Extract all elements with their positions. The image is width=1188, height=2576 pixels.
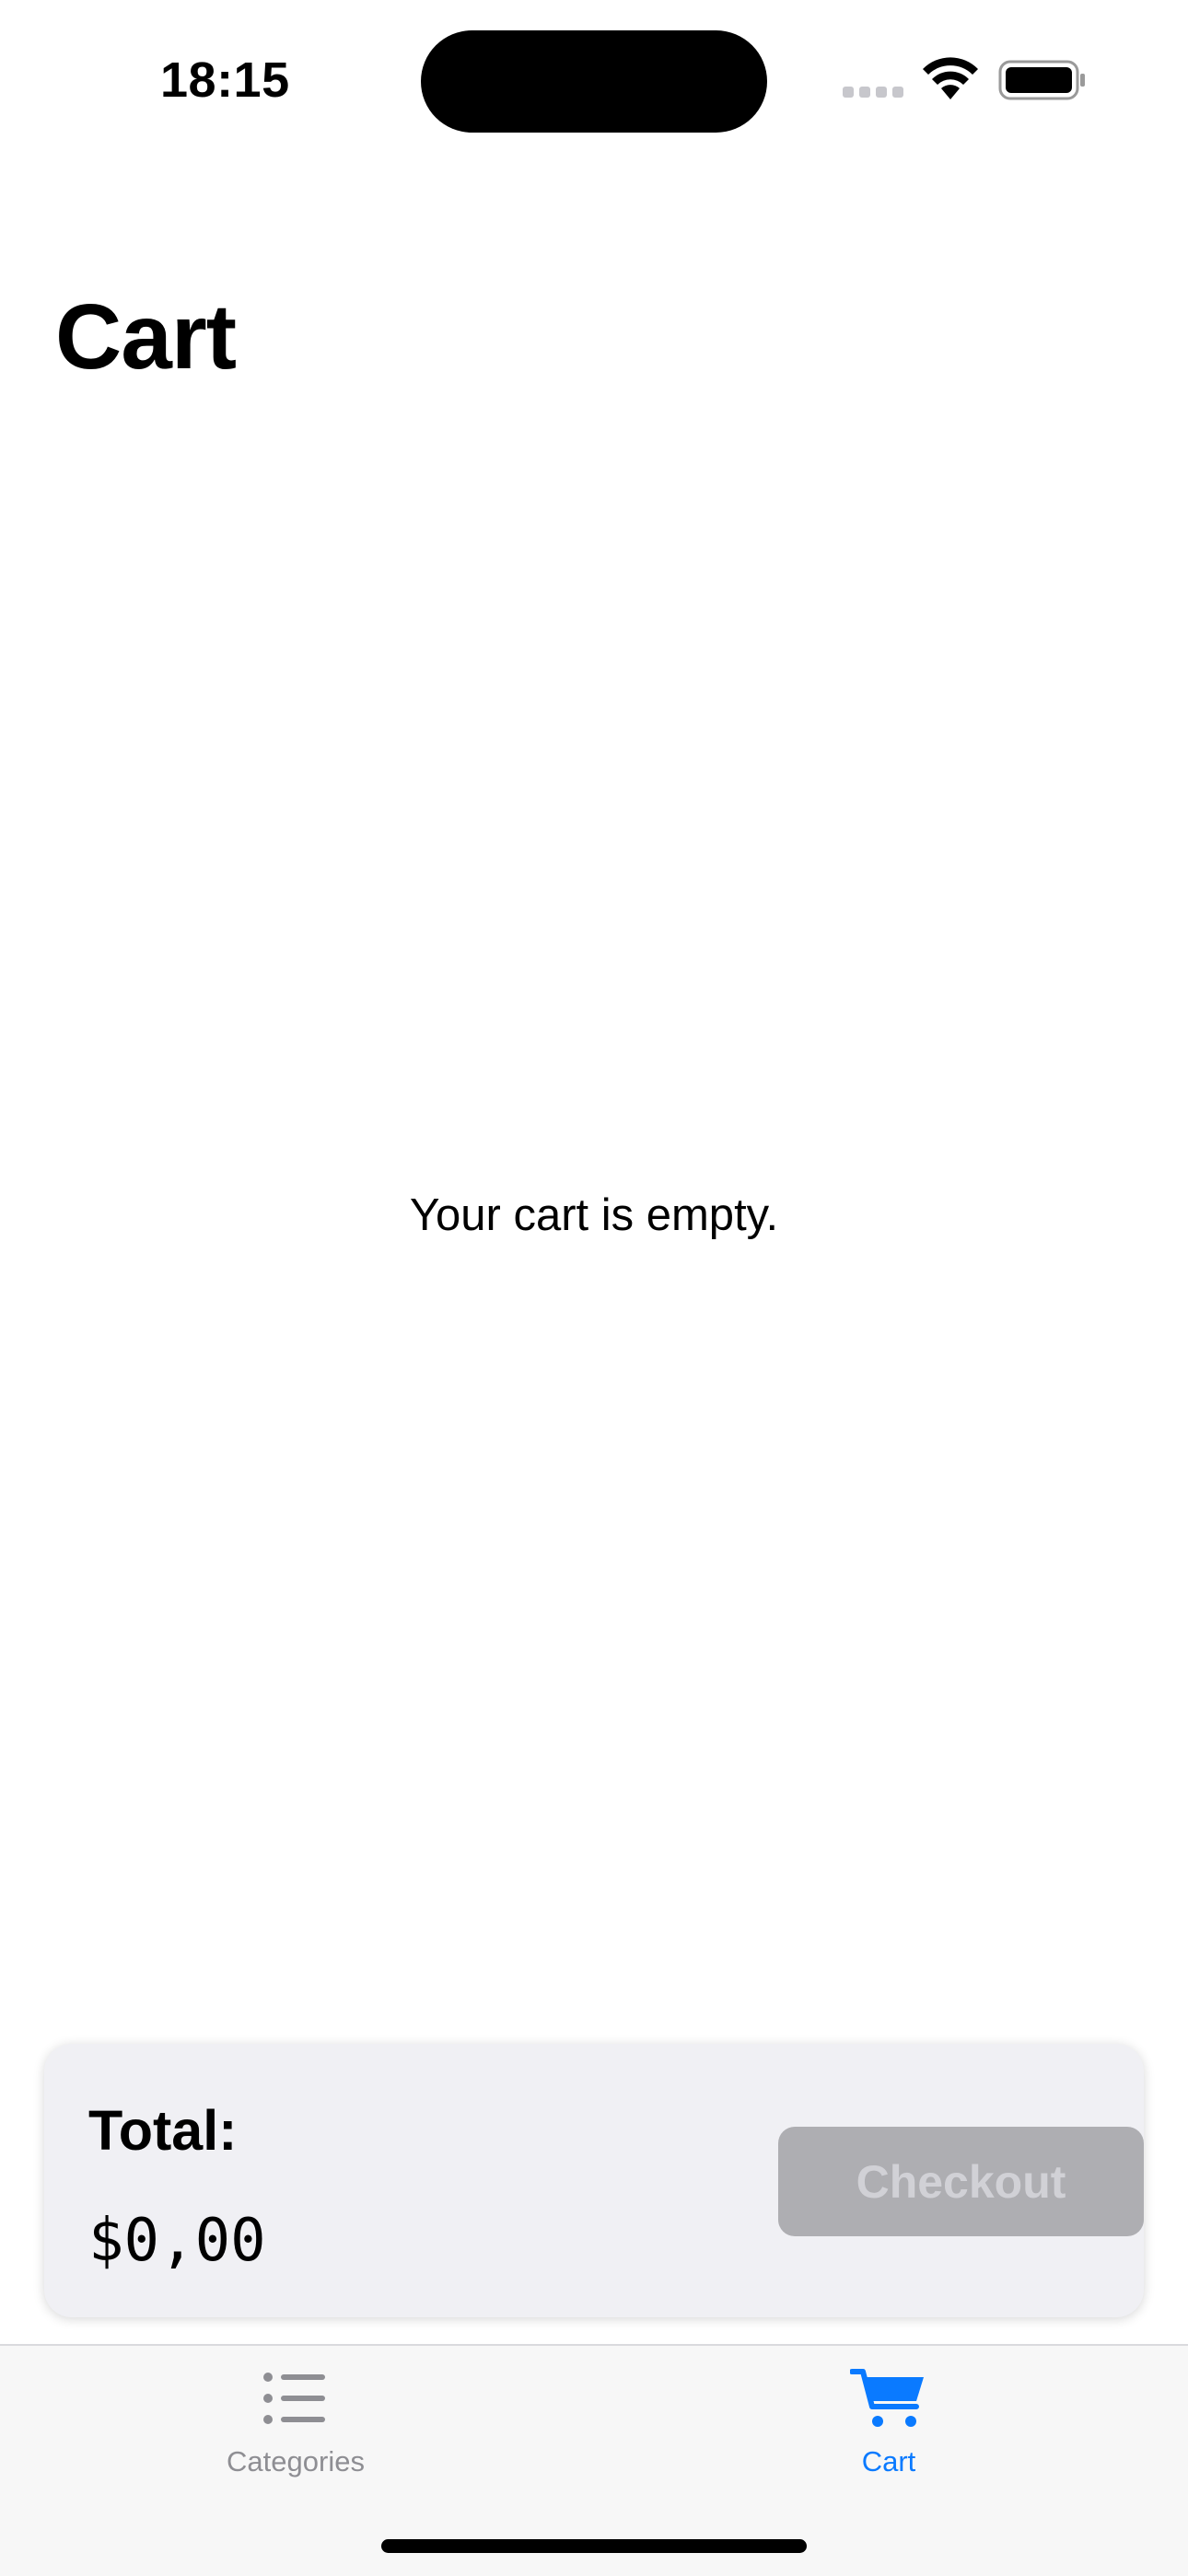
cart-summary-card: Total: $0,00 Checkout <box>44 2044 1144 2317</box>
dynamic-island <box>421 30 767 133</box>
tab-cart[interactable]: Cart <box>714 2346 1064 2484</box>
cart-icon <box>850 2369 924 2427</box>
page-title: Cart <box>55 285 237 389</box>
cellular-signal-icon <box>843 87 903 98</box>
tab-categories[interactable]: Categories <box>121 2346 471 2484</box>
home-indicator <box>381 2539 807 2553</box>
status-time: 18:15 <box>160 52 290 108</box>
list-bullet-icon <box>263 2373 325 2424</box>
total-label: Total: <box>88 2099 238 2162</box>
checkout-button[interactable]: Checkout <box>778 2127 1144 2236</box>
wifi-icon <box>923 57 978 99</box>
battery-icon <box>998 60 1085 100</box>
tab-cart-label: Cart <box>861 2445 916 2477</box>
tab-categories-label: Categories <box>227 2445 365 2477</box>
empty-cart-message: Your cart is empty. <box>409 1190 779 1240</box>
total-value: $0,00 <box>88 2207 266 2275</box>
